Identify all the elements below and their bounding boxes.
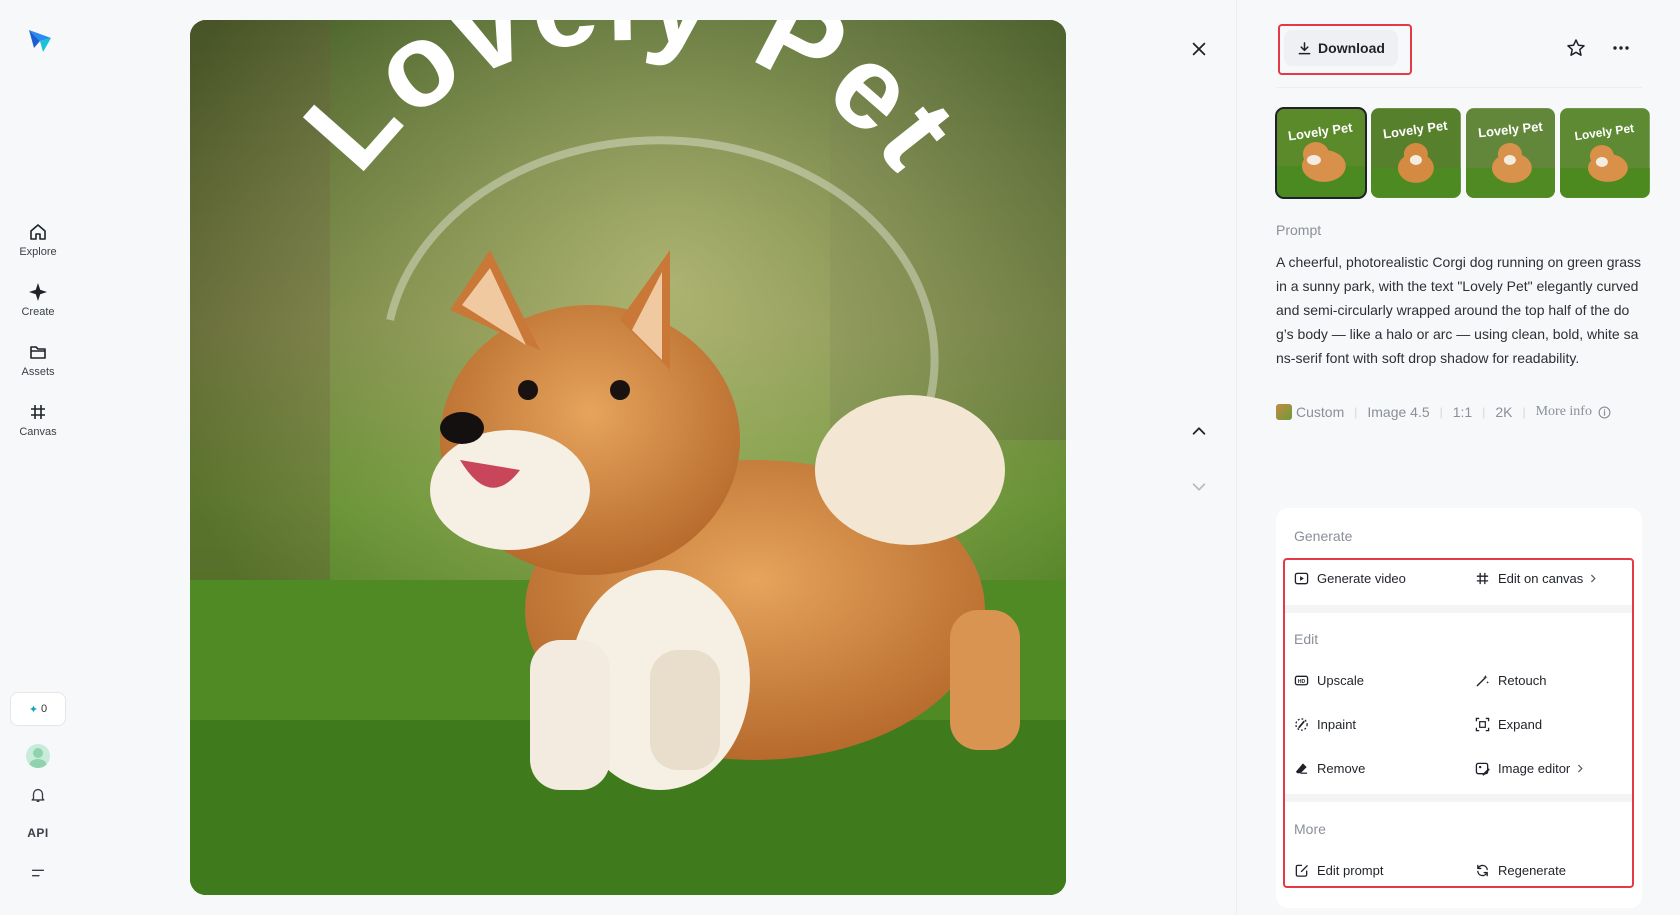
app-logo-icon[interactable] bbox=[26, 26, 54, 54]
upscale-button[interactable]: HD Upscale bbox=[1294, 668, 1364, 692]
nav-assets-label: Assets bbox=[21, 366, 55, 378]
panel-divider bbox=[1236, 0, 1237, 915]
thumbnail-3[interactable]: Lovely Pet bbox=[1465, 108, 1556, 198]
credits-badge[interactable]: ✦ 0 bbox=[10, 692, 66, 726]
eraser-icon bbox=[1295, 762, 1308, 774]
chevron-right-icon bbox=[1591, 574, 1596, 582]
nav-create-label: Create bbox=[21, 306, 55, 318]
avatar[interactable] bbox=[26, 744, 50, 768]
remove-button[interactable]: Remove bbox=[1294, 756, 1365, 780]
upscale-label: Upscale bbox=[1317, 672, 1364, 688]
favorite-button[interactable] bbox=[1564, 36, 1588, 60]
edit-prompt-button[interactable]: Edit prompt bbox=[1294, 858, 1383, 882]
menu-icon[interactable] bbox=[27, 862, 49, 884]
svg-text:HD: HD bbox=[1298, 678, 1306, 684]
expand-icon bbox=[1475, 717, 1490, 731]
more-dots-icon bbox=[1613, 46, 1629, 50]
meta-ratio: 1:1 bbox=[1452, 404, 1473, 420]
edit-on-canvas-label: Edit on canvas bbox=[1498, 570, 1584, 586]
more-section-title: More bbox=[1294, 821, 1326, 837]
nav-create[interactable]: Create bbox=[8, 282, 68, 332]
close-button[interactable] bbox=[1186, 36, 1212, 62]
edit-prompt-icon bbox=[1295, 864, 1308, 877]
nav-explore-label: Explore bbox=[19, 246, 57, 258]
inpaint-label: Inpaint bbox=[1317, 716, 1357, 732]
next-image-button[interactable] bbox=[1186, 474, 1212, 500]
meta-resolution: 2K bbox=[1495, 404, 1513, 420]
previous-image-button[interactable] bbox=[1186, 418, 1212, 444]
regenerate-button[interactable]: Regenerate bbox=[1475, 858, 1566, 882]
edit-prompt-label: Edit prompt bbox=[1317, 862, 1384, 878]
prompt-text: A cheerful, photorealistic Corgi dog run… bbox=[1276, 254, 1641, 366]
close-icon bbox=[1192, 42, 1206, 56]
meta-separator: | bbox=[1522, 405, 1526, 419]
inpaint-button[interactable]: Inpaint bbox=[1294, 712, 1356, 736]
download-label: Download bbox=[1318, 40, 1385, 56]
remove-label: Remove bbox=[1317, 760, 1366, 776]
refresh-icon bbox=[1477, 864, 1488, 876]
nav-canvas[interactable]: Canvas bbox=[8, 402, 68, 452]
magic-wand-icon bbox=[1476, 674, 1490, 686]
retouch-label: Retouch bbox=[1498, 672, 1547, 688]
left-rail: Explore Create Assets Canvas ✦ 0 API bbox=[0, 0, 76, 915]
credits-count: 0 bbox=[41, 703, 48, 715]
video-play-icon bbox=[1294, 572, 1309, 584]
inpaint-brush-icon bbox=[1295, 717, 1308, 731]
thumbnail-strip: Lovely Pet Lovely Pet Lovely Pet Lovely … bbox=[1275, 107, 1650, 200]
canvas-icon bbox=[1476, 572, 1489, 584]
meta-model: Image 4.5 bbox=[1367, 404, 1430, 420]
hd-icon: HD bbox=[1294, 675, 1309, 685]
style-thumbnail-icon bbox=[1276, 404, 1292, 420]
chevron-right-icon bbox=[1578, 764, 1583, 772]
retouch-button[interactable]: Retouch bbox=[1475, 668, 1546, 692]
prompt-label: Prompt bbox=[1276, 222, 1322, 238]
image-editor-icon bbox=[1475, 762, 1490, 776]
image-editor-label: Image editor bbox=[1498, 760, 1571, 776]
folder-icon bbox=[30, 346, 46, 359]
section-separator bbox=[1284, 605, 1633, 613]
expand-label: Expand bbox=[1498, 716, 1543, 732]
generate-video-label: Generate video bbox=[1317, 570, 1406, 586]
generate-section-title: Generate bbox=[1294, 528, 1353, 544]
meta-separator: | bbox=[1354, 405, 1358, 419]
thumbnail-4[interactable]: Lovely Pet bbox=[1560, 108, 1650, 198]
generated-image[interactable]: Lovely Pet bbox=[190, 20, 1066, 895]
generate-video-button[interactable]: Generate video bbox=[1294, 566, 1406, 590]
thumbnail-2[interactable]: Lovely Pet bbox=[1370, 108, 1461, 198]
chevron-up-icon bbox=[1192, 427, 1206, 435]
more-options-button[interactable] bbox=[1609, 36, 1633, 60]
meta-separator: | bbox=[1482, 405, 1486, 419]
sparkle-icon bbox=[29, 283, 47, 301]
download-button[interactable]: Download bbox=[1284, 30, 1398, 66]
header-divider bbox=[1276, 87, 1642, 88]
credit-star-icon: ✦ bbox=[28, 703, 39, 716]
expand-button[interactable]: Expand bbox=[1475, 712, 1542, 736]
download-icon bbox=[1298, 41, 1311, 54]
more-info-link[interactable]: More info bbox=[1536, 404, 1592, 420]
edit-on-canvas-button[interactable]: Edit on canvas bbox=[1475, 566, 1598, 590]
chevron-down-icon bbox=[1192, 483, 1206, 491]
meta-style: Custom bbox=[1296, 404, 1345, 420]
generation-meta: Custom | Image 4.5 | 1:1 | 2K | More inf… bbox=[1276, 402, 1611, 422]
nav-assets[interactable]: Assets bbox=[8, 342, 68, 392]
bell-icon[interactable] bbox=[27, 784, 49, 806]
canvas-icon bbox=[31, 405, 45, 419]
nav-explore[interactable]: Explore bbox=[8, 222, 68, 272]
meta-separator: | bbox=[1439, 405, 1443, 419]
regenerate-label: Regenerate bbox=[1498, 862, 1566, 878]
thumbnail-1[interactable]: Lovely Pet bbox=[1275, 107, 1367, 199]
star-icon bbox=[1567, 39, 1585, 56]
nav-canvas-label: Canvas bbox=[19, 426, 57, 438]
info-icon[interactable] bbox=[1598, 406, 1611, 419]
api-link[interactable]: API bbox=[22, 826, 54, 840]
edit-section-title: Edit bbox=[1294, 631, 1319, 647]
home-icon bbox=[30, 224, 46, 240]
section-separator bbox=[1284, 794, 1633, 802]
image-editor-button[interactable]: Image editor bbox=[1475, 756, 1585, 780]
